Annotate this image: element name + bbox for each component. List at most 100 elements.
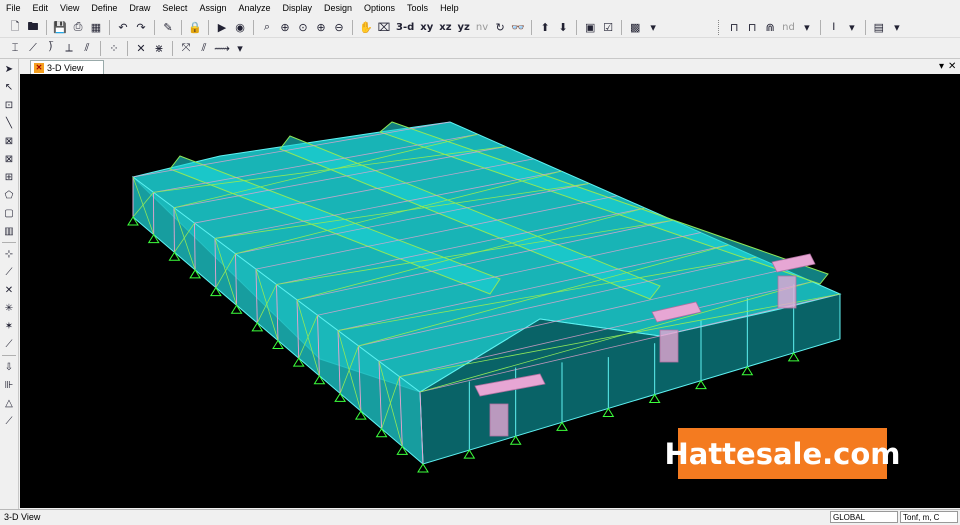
snap-fine-grid-icon[interactable]: ⁘ — [106, 40, 122, 56]
rubber-band-zoom-icon[interactable]: ⌧ — [376, 19, 392, 35]
draw-poly-area-icon[interactable]: ⬠ — [2, 188, 16, 202]
menu-view[interactable]: View — [54, 0, 85, 17]
select-plane-icon[interactable]: ✳ — [2, 301, 16, 315]
pointer-icon[interactable]: ➤ — [2, 62, 16, 76]
zoom-in-icon[interactable]: ⊕ — [313, 19, 329, 35]
view-xy-button[interactable]: xy — [418, 19, 435, 35]
toolbar-divider — [2, 242, 16, 243]
dropdown-arrow-icon[interactable]: ▾ — [844, 19, 860, 35]
draw-toolbar: ➤ ↖ ⊡ ╲ ⊠ ⊠ ⊞ ⬠ ▢ ▥ ⊹ ⟋ ✕ ✳ ✶ ⟋ ⇩ ⊪ △ ⟋ — [0, 59, 19, 509]
select-previous-icon[interactable]: ✶ — [2, 319, 16, 333]
dropdown-arrow-icon[interactable]: ▾ — [799, 19, 815, 35]
link-icon[interactable]: ⋒ — [762, 19, 778, 35]
door-opening — [490, 404, 508, 436]
set-elements-icon[interactable]: ▩ — [627, 19, 643, 35]
snap-midpoint-icon[interactable]: ✕ — [133, 40, 149, 56]
coord-system-select[interactable]: GLOBAL — [830, 511, 898, 523]
check-model-icon[interactable]: ☑ — [600, 19, 616, 35]
zoom-out-icon[interactable]: ⊖ — [331, 19, 347, 35]
menu-help[interactable]: Help — [434, 0, 465, 17]
move-down-icon[interactable]: ⬇ — [555, 19, 571, 35]
reshape-icon[interactable]: ↖ — [2, 80, 16, 94]
section-cut-icon[interactable]: I — [826, 19, 842, 35]
assign-restraint-icon[interactable]: △ — [2, 396, 16, 410]
close-tab-icon[interactable]: ✕ — [34, 63, 44, 73]
nd-button[interactable]: nd — [780, 19, 797, 35]
shell-icon[interactable]: ⊓ — [744, 19, 760, 35]
snap-point-icon[interactable]: ⌶ — [7, 40, 23, 56]
perspective-icon[interactable]: 👓 — [510, 19, 526, 35]
tab-3d-view[interactable]: ✕ 3-D View — [30, 60, 104, 74]
view-3d-button[interactable]: 3-d — [394, 19, 416, 35]
display-options-icon[interactable]: ▣ — [582, 19, 598, 35]
print-icon[interactable]: ⎙ — [70, 19, 86, 35]
dropdown-arrow-icon[interactable]: ▾ — [645, 19, 661, 35]
menu-draw[interactable]: Draw — [123, 0, 156, 17]
rotate-icon[interactable]: ↻ — [492, 19, 508, 35]
refresh-icon[interactable]: ✎ — [160, 19, 176, 35]
select-intersect-icon[interactable]: ⟋ — [2, 265, 16, 279]
status-text: 3-D View — [4, 512, 40, 522]
menu-display[interactable]: Display — [276, 0, 318, 17]
quick-draw-frame-icon[interactable]: ⊠ — [2, 134, 16, 148]
undo-icon[interactable]: ↶ — [115, 19, 131, 35]
view-nv-button[interactable]: nv — [474, 19, 490, 35]
draw-joint-icon[interactable]: ⊡ — [2, 98, 16, 112]
assign-release-icon[interactable]: ⟋ — [2, 414, 16, 428]
draw-secondary-icon[interactable]: ⊞ — [2, 170, 16, 184]
menu-file[interactable]: File — [0, 0, 27, 17]
snap-ends-icon[interactable]: ⟋ — [25, 40, 41, 56]
menu-edit[interactable]: Edit — [27, 0, 55, 17]
assign-section-icon[interactable]: ⊪ — [2, 378, 16, 392]
run-options-icon[interactable]: ◉ — [232, 19, 248, 35]
draw-frame-icon[interactable]: ╲ — [2, 116, 16, 130]
assign-load-icon[interactable]: ⇩ — [2, 360, 16, 374]
snap-options-icon[interactable]: ⟿ — [214, 40, 230, 56]
new-file-icon[interactable]: 🗋 — [7, 19, 23, 35]
menu-assign[interactable]: Assign — [193, 0, 232, 17]
units-select[interactable]: Tonf, m, C — [900, 511, 958, 523]
view-yz-button[interactable]: yz — [456, 19, 472, 35]
save-icon[interactable]: 💾 — [52, 19, 68, 35]
zoom-previous-icon[interactable]: ⊙ — [295, 19, 311, 35]
menu-analyze[interactable]: Analyze — [232, 0, 276, 17]
chevron-down-icon[interactable]: ▾ — [939, 60, 944, 73]
frame-icon[interactable]: ⊓ — [726, 19, 742, 35]
toolbar-divider — [181, 20, 182, 35]
menu-design[interactable]: Design — [318, 0, 358, 17]
menu-options[interactable]: Options — [358, 0, 401, 17]
snap-extension-icon[interactable]: ⤧ — [178, 40, 194, 56]
select-polygon-icon[interactable]: ✕ — [2, 283, 16, 297]
toolbar-divider — [100, 41, 101, 56]
close-icon[interactable]: ✕ — [948, 60, 956, 73]
open-file-icon[interactable]: 🖿 — [25, 19, 41, 35]
lock-icon[interactable]: 🔒 — [187, 19, 203, 35]
clear-selection-icon[interactable]: ⟋ — [2, 337, 16, 351]
wall-column — [195, 223, 196, 270]
draw-brace-icon[interactable]: ⊠ — [2, 152, 16, 166]
dropdown-arrow-icon[interactable]: ▾ — [232, 40, 248, 56]
menu-define[interactable]: Define — [85, 0, 123, 17]
menu-tools[interactable]: Tools — [401, 0, 434, 17]
snap-lines-icon[interactable]: ⫽ — [79, 40, 95, 56]
snap-grid-icon[interactable]: ⋇ — [151, 40, 167, 56]
pan-icon[interactable]: ✋ — [358, 19, 374, 35]
draw-rect-area-icon[interactable]: ▢ — [2, 206, 16, 220]
door-opening — [778, 276, 796, 308]
show-tables-icon[interactable]: ▤ — [871, 19, 887, 35]
zoom-window-icon[interactable]: ⌕ — [259, 19, 275, 35]
run-analysis-icon[interactable]: ▶ — [214, 19, 230, 35]
select-all-icon[interactable]: ⊹ — [2, 247, 16, 261]
dropdown-arrow-icon[interactable]: ▾ — [889, 19, 905, 35]
move-up-icon[interactable]: ⬆ — [537, 19, 553, 35]
snap-parallel-icon[interactable]: ⫽ — [196, 40, 212, 56]
zoom-full-icon[interactable]: ⊕ — [277, 19, 293, 35]
table-icon[interactable]: ▦ — [88, 19, 104, 35]
view-xz-button[interactable]: xz — [437, 19, 453, 35]
quick-draw-area-icon[interactable]: ▥ — [2, 224, 16, 238]
redo-icon[interactable]: ↷ — [133, 19, 149, 35]
menu-bar: File Edit View Define Draw Select Assign… — [0, 0, 960, 17]
snap-intersection-icon[interactable]: ⟌ — [43, 40, 59, 56]
menu-select[interactable]: Select — [156, 0, 193, 17]
snap-perpendicular-icon[interactable]: ⟂ — [61, 40, 77, 56]
